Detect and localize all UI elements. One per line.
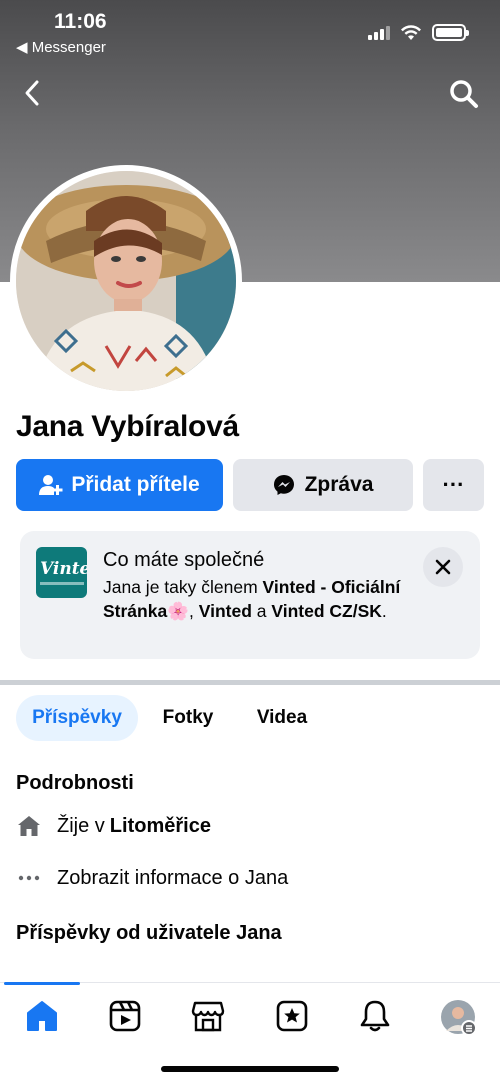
show-info-row[interactable]: Zobrazit informace o Jana (16, 865, 288, 891)
chevron-left-icon[interactable] (18, 78, 48, 108)
lives-in-city[interactable]: Litoměřice (110, 815, 211, 838)
add-friend-label: Přidat přítele (71, 473, 200, 496)
active-tab-indicator (4, 982, 80, 985)
lives-in-row[interactable]: Žije v Litoměřice (16, 813, 211, 839)
messenger-icon (273, 475, 294, 495)
section-divider (0, 680, 500, 685)
video-icon[interactable] (108, 999, 142, 1033)
common-card-title: Co máte společné (103, 549, 265, 571)
more-options-button[interactable]: ··· (423, 459, 484, 511)
tab-posts[interactable]: Příspěvky (16, 695, 138, 741)
back-to-messenger-link[interactable]: ◀ Messenger (16, 38, 106, 56)
close-card-button[interactable] (423, 547, 463, 587)
tab-photos[interactable]: Fotky (150, 695, 226, 741)
show-info-label: Zobrazit informace o Jana (57, 866, 289, 889)
vinted-logo-text: Vinted (40, 559, 87, 579)
notifications-icon[interactable] (358, 999, 392, 1033)
profile-menu-icon[interactable] (440, 999, 477, 1036)
status-bar: 11:06 ◀ Messenger (0, 0, 500, 62)
vinted-group-logo[interactable]: Vinted (36, 547, 87, 598)
group-link-vinted-czsk[interactable]: Vinted CZ/SK (271, 601, 382, 621)
groups-icon[interactable] (275, 999, 309, 1033)
add-friend-button[interactable]: Přidat přítele (16, 459, 223, 511)
home-icon[interactable] (25, 999, 59, 1033)
close-icon (435, 559, 451, 575)
home-indicator (161, 1066, 339, 1072)
posts-section-title: Příspěvky od uživatele Jana (16, 922, 282, 944)
group-link-vinted[interactable]: Vinted (199, 601, 252, 621)
message-button[interactable]: Zpráva (233, 459, 413, 511)
status-time: 11:06 (54, 10, 107, 33)
battery-icon (432, 24, 469, 41)
profile-name: Jana Vybíralová (16, 410, 239, 443)
house-icon (16, 813, 42, 839)
status-icons (368, 24, 469, 41)
things-in-common-card[interactable]: Vinted Co máte společné Jana je taky čle… (20, 531, 480, 659)
message-label: Zpráva (304, 473, 374, 496)
flower-emoji: 🌸 (167, 601, 189, 621)
details-title: Podrobnosti (16, 772, 134, 794)
person-add-icon (39, 475, 63, 495)
signal-icon (368, 25, 390, 40)
wifi-icon (401, 24, 421, 40)
lives-in-prefix: Žije v (57, 814, 105, 837)
marketplace-icon[interactable] (191, 999, 225, 1033)
tab-videos[interactable]: Videa (243, 695, 321, 741)
more-dots-icon: ··· (442, 472, 465, 497)
profile-avatar[interactable] (10, 165, 242, 397)
more-dots-icon (16, 865, 42, 891)
common-card-text: Jana je taky členem Vinted - Oficiální S… (103, 577, 401, 621)
search-icon[interactable] (448, 78, 480, 110)
